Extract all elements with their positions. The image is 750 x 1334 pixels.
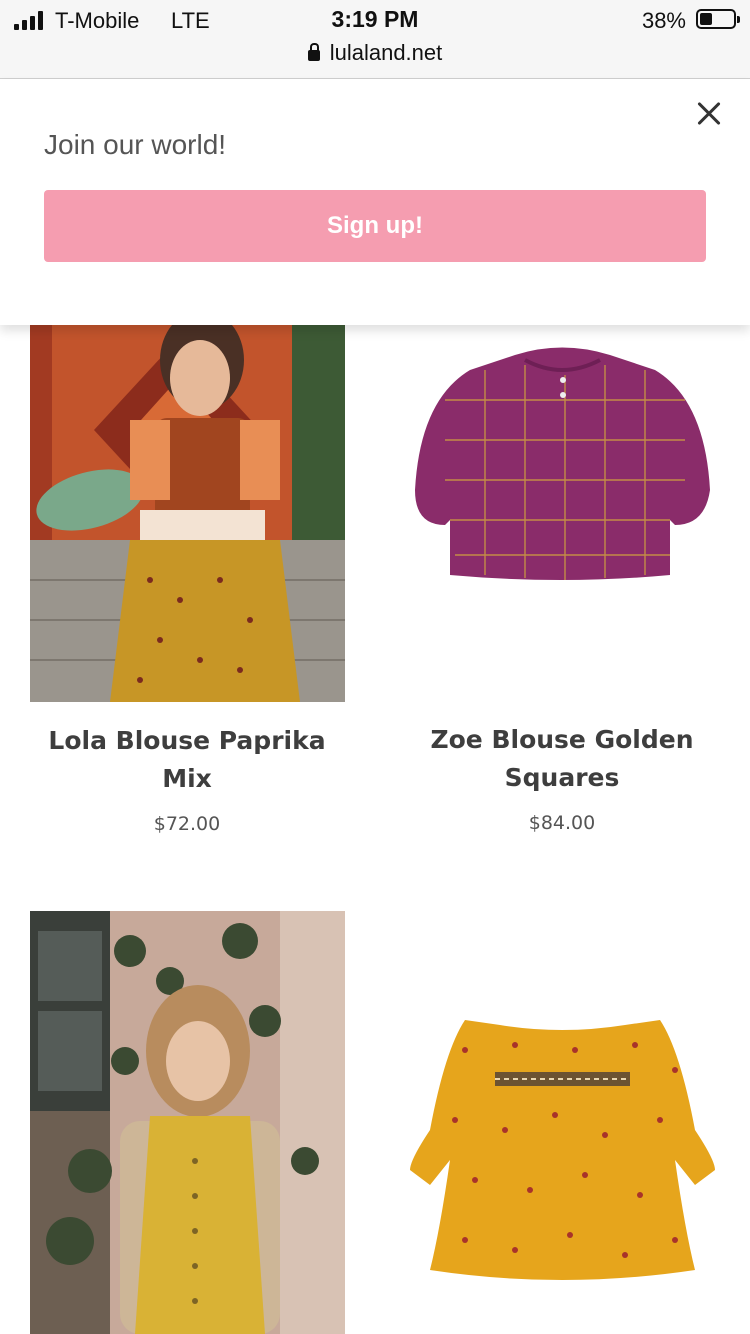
- product-image-4[interactable]: [405, 1010, 720, 1285]
- status-time: 3:19 PM: [331, 6, 419, 32]
- battery-percent: 38%: [641, 8, 686, 33]
- product-image-3[interactable]: [30, 911, 345, 1334]
- status-bar: T-Mobile LTE 3:19 PM 38% lulaland.net: [0, 0, 750, 79]
- popup-title: Join our world!: [44, 129, 227, 160]
- product-name[interactable]: Lola Blouse Paprika Mix: [22, 722, 352, 798]
- product-name[interactable]: Zoe Blouse Golden Squares: [397, 721, 727, 797]
- product-price: $84.00: [528, 812, 596, 834]
- product-price: $72.00: [153, 813, 221, 835]
- url-bar[interactable]: lulaland.net: [0, 40, 750, 66]
- battery-icon: [696, 9, 740, 29]
- close-icon[interactable]: [696, 101, 722, 127]
- lock-icon: [307, 43, 320, 61]
- signup-popup: Join our world! Sign up!: [0, 79, 750, 325]
- signup-button[interactable]: Sign up!: [44, 190, 706, 262]
- product-image-zoe[interactable]: [405, 320, 720, 600]
- url-text: lulaland.net: [329, 40, 443, 65]
- product-image-lola[interactable]: [30, 300, 345, 702]
